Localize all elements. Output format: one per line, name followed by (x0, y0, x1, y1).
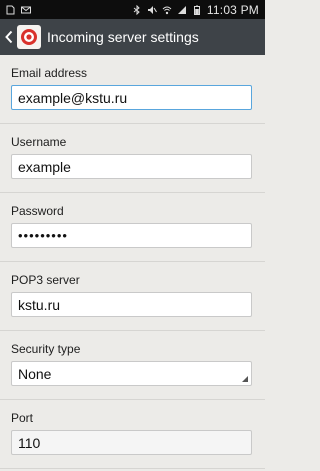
back-button[interactable] (0, 19, 17, 55)
port-label: Port (11, 411, 34, 425)
back-arrow-icon (5, 30, 13, 44)
status-bar: 11:03 PM (0, 0, 265, 19)
bluetooth-icon (133, 4, 140, 15)
page-title: Incoming server settings (47, 29, 199, 45)
settings-form: Email address example@kstu.ru Username e… (0, 55, 265, 469)
battery-icon (193, 5, 200, 15)
username-label: Username (11, 135, 67, 149)
username-field-group: Username example (0, 124, 265, 193)
password-field-group: Password ••••••••• (0, 193, 265, 262)
password-input[interactable]: ••••••••• (11, 223, 252, 248)
security-field-group: Security type None (0, 331, 265, 400)
email-field-group: Email address example@kstu.ru (0, 55, 265, 124)
username-input[interactable]: example (11, 154, 252, 179)
email-logo-icon (21, 29, 37, 45)
password-label: Password (11, 204, 64, 218)
pop3-server-input[interactable]: kstu.ru (11, 292, 252, 317)
security-type-select[interactable]: None (11, 361, 252, 386)
signal-icon (177, 5, 186, 14)
security-type-value: None (18, 365, 52, 382)
security-label: Security type (11, 342, 81, 356)
pop3-label: POP3 server (11, 273, 80, 287)
sd-card-icon (6, 5, 15, 14)
email-input[interactable]: example@kstu.ru (11, 85, 252, 110)
email-app-icon[interactable] (17, 25, 41, 49)
email-label: Email address (11, 66, 88, 80)
dropdown-caret-icon (242, 376, 248, 382)
pop3-field-group: POP3 server kstu.ru (0, 262, 265, 331)
wifi-icon (162, 6, 172, 14)
port-field-group: Port 110 (0, 400, 265, 469)
status-time: 11:03 PM (206, 2, 259, 17)
port-input[interactable]: 110 (11, 430, 252, 455)
mail-icon (21, 6, 31, 13)
action-bar: Incoming server settings (0, 19, 265, 55)
mute-icon (147, 5, 157, 14)
